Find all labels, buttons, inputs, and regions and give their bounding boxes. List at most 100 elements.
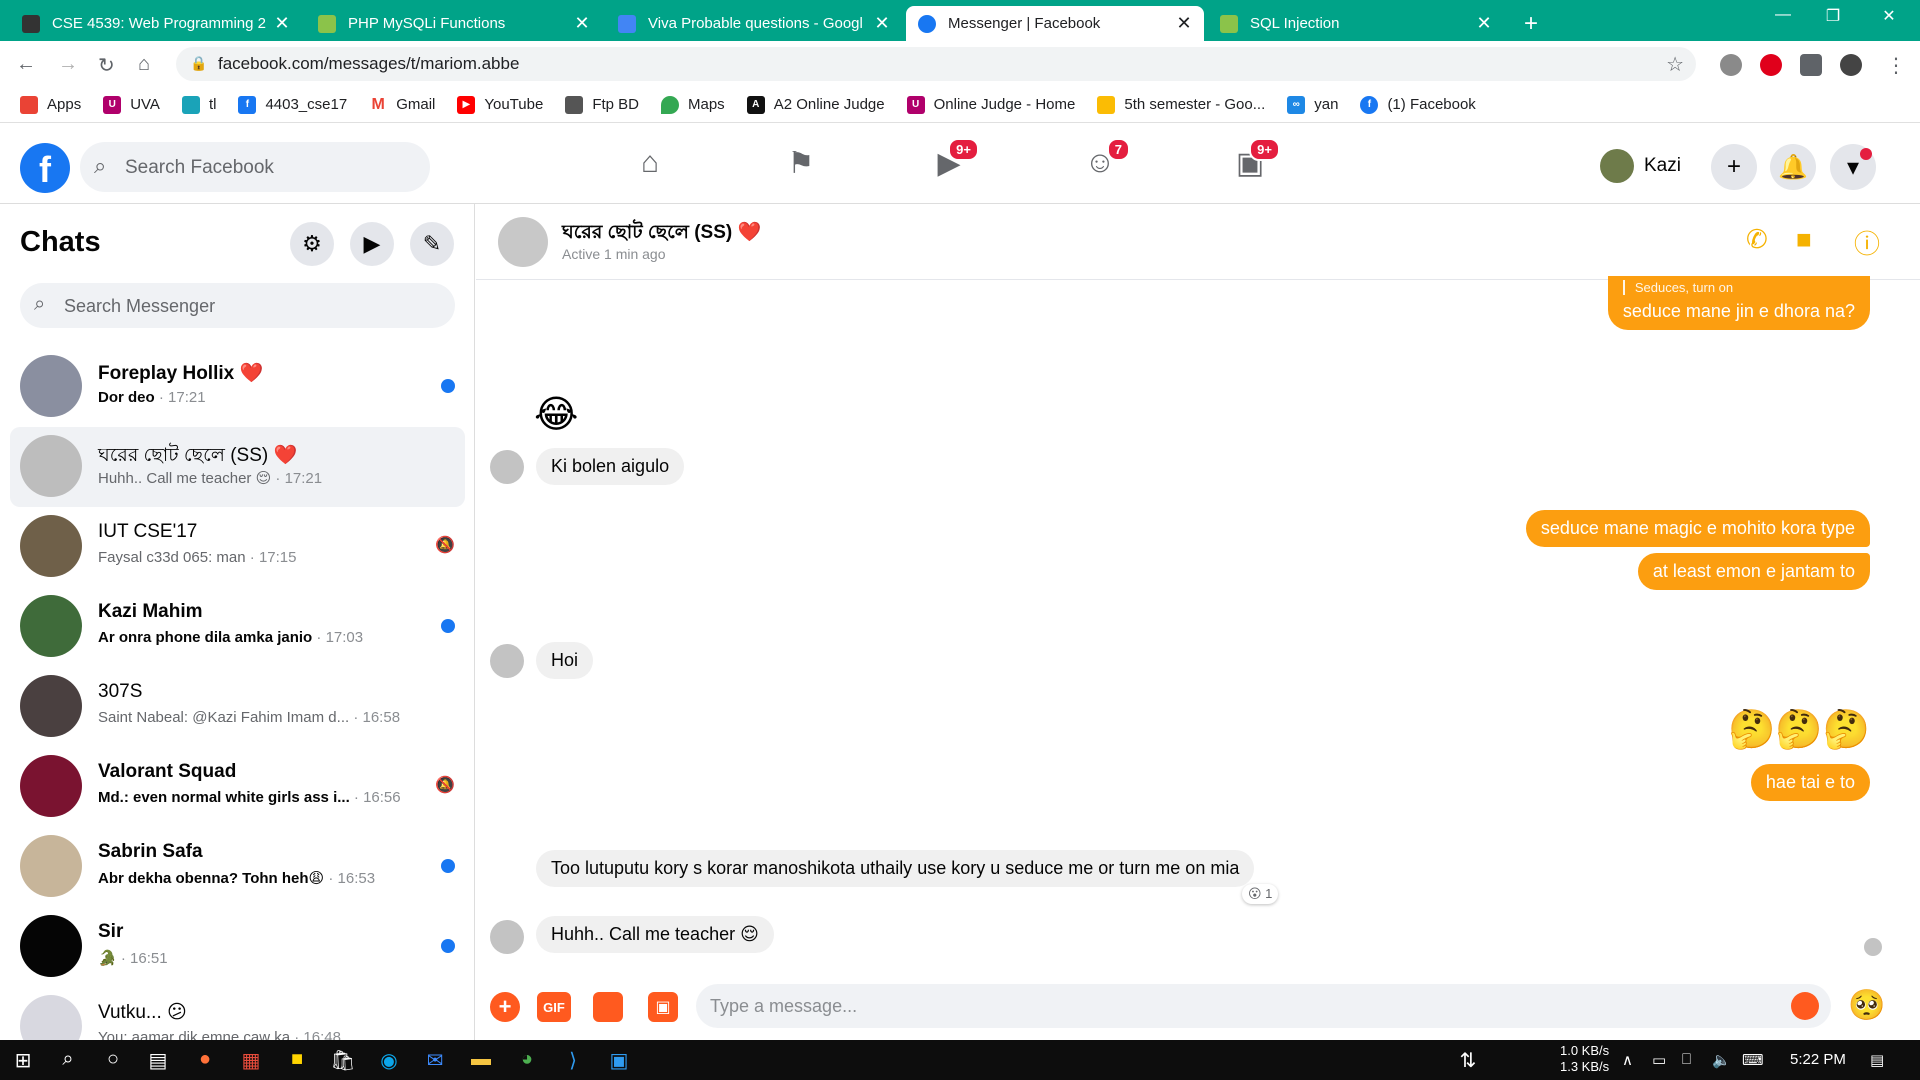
windows-start-icon[interactable]: ⊞ [10, 1048, 36, 1074]
close-window-icon[interactable]: ✕ [1866, 6, 1912, 26]
bookmark-4403[interactable]: f 4403_cse17 [238, 95, 347, 114]
messenger-search-input[interactable]: ⌕ Search Messenger [20, 283, 455, 328]
shield-extension-icon[interactable] [1720, 54, 1742, 76]
pages-flag-icon[interactable]: ⚑ [781, 146, 821, 186]
chat-list-item[interactable]: 307S Saint Nabeal: @Kazi Fahim Imam d... … [10, 667, 465, 747]
info-icon[interactable]: ⓘ [1854, 224, 1880, 261]
battery-icon[interactable]: ▭ [1652, 1051, 1666, 1069]
tab-messenger[interactable]: Messenger | Facebook ✕ [906, 6, 1204, 41]
bookmark-tl[interactable]: tl [181, 95, 216, 114]
close-tab-icon[interactable]: ✕ [1476, 13, 1492, 34]
bookmark-maps[interactable]: Maps [661, 95, 725, 114]
incoming-message[interactable]: Too lutuputu kory s korar manoshikota ut… [536, 850, 1255, 887]
bookmark-facebook[interactable]: f (1) Facebook [1360, 95, 1476, 114]
chat-list-item[interactable]: Sir 🐊 · 16:51 [10, 907, 465, 987]
network-icon[interactable]: ⎕ [1682, 1051, 1691, 1068]
message-input[interactable]: Type a message... [696, 984, 1831, 1028]
bookmark-uva[interactable]: U UVA [103, 95, 160, 114]
maximize-icon[interactable]: ❐ [1810, 6, 1856, 26]
emoji-picker-icon[interactable] [1791, 992, 1819, 1020]
outgoing-message[interactable]: Seduces, turn on seduce mane jin e dhora… [1607, 276, 1870, 330]
chat-list-item[interactable]: IUT CSE'17 Faysal c33d 065: man · 17:15 🔕 [10, 507, 465, 587]
tab-php-mysqli[interactable]: PHP MySQLi Functions ✕ [306, 6, 602, 41]
emoji-message[interactable]: 😂 [534, 392, 578, 437]
chrome-icon[interactable]: ◕ [514, 1048, 540, 1074]
action-center-icon[interactable]: ▤ [1870, 1051, 1884, 1069]
chat-list-item[interactable]: Valorant Squad Md.: even normal white gir… [10, 747, 465, 827]
bookmark-5th-semester[interactable]: 5th semester - Goo... [1097, 95, 1265, 114]
home-icon[interactable]: ⌂ [138, 53, 150, 76]
forward-icon[interactable]: → [58, 53, 78, 76]
groups-icon[interactable]: ☺ 7 [1080, 138, 1130, 186]
sticky-notes-icon[interactable]: ■ [284, 1048, 310, 1074]
video-call-icon[interactable]: ■ [1796, 224, 1812, 255]
quick-reaction-emoji-icon[interactable]: 🥺 [1848, 988, 1885, 1023]
create-plus-button[interactable]: + [1711, 144, 1757, 190]
volume-icon[interactable]: 🔈 [1712, 1051, 1731, 1069]
sticker-icon[interactable] [593, 992, 623, 1022]
app-tiles-icon[interactable]: ▦ [238, 1048, 264, 1074]
bookmark-gmail[interactable]: M Gmail [369, 95, 435, 114]
message-reaction[interactable]: 😮 1 [1242, 884, 1279, 904]
incoming-message[interactable]: Huhh.. Call me teacher 😌 [536, 916, 774, 953]
gif-button[interactable]: GIF [537, 992, 571, 1022]
edge-icon[interactable]: ◉ [376, 1048, 402, 1074]
profile-avatar[interactable] [1840, 54, 1862, 76]
incoming-message[interactable]: Ki bolen aigulo [536, 448, 685, 485]
bookmark-a2[interactable]: A A2 Online Judge [746, 95, 885, 114]
opera-extension-icon[interactable] [1760, 54, 1782, 76]
close-tab-icon[interactable]: ✕ [1176, 13, 1192, 34]
chat-list-item[interactable]: Vutku... 😕 You: aamar dik emne caw ka · 1… [10, 987, 465, 1040]
account-menu-button[interactable]: ▾ [1830, 144, 1876, 190]
outgoing-message[interactable]: hae tai e to [1750, 764, 1870, 801]
show-hidden-icons-icon[interactable]: ∧ [1622, 1051, 1633, 1069]
app-icon[interactable]: ▣ [606, 1048, 632, 1074]
facebook-logo-icon[interactable]: f [20, 143, 70, 193]
task-view-icon[interactable]: ▤ [145, 1048, 171, 1074]
facebook-search-input[interactable]: ⌕ Search Facebook [80, 142, 430, 192]
close-tab-icon[interactable]: ✕ [874, 13, 890, 34]
bookmark-ftpbd[interactable]: Ftp BD [565, 95, 639, 114]
watch-video-icon[interactable]: ▶ 9+ [929, 138, 979, 186]
emoji-message[interactable]: 🤔🤔🤔 [1728, 708, 1870, 752]
search-icon[interactable]: ⌕ [55, 1048, 81, 1074]
incoming-message[interactable]: Hoi [536, 642, 594, 679]
back-icon[interactable]: ← [16, 53, 36, 76]
outgoing-message[interactable]: at least emon e jantam to [1637, 553, 1870, 590]
gaming-icon[interactable]: ▣ 9+ [1230, 138, 1280, 186]
bookmark-yan[interactable]: ∞ yan [1287, 95, 1338, 114]
tab-viva-questions[interactable]: Viva Probable questions - Googl ✕ [606, 6, 902, 41]
bookmark-apps[interactable]: Apps [20, 95, 81, 114]
chat-list-item[interactable]: Foreplay Hollix ❤️ Dor deo · 17:21 [10, 347, 465, 427]
chat-list-item[interactable]: Sabrin Safa Abr dekha obenna? Tohn heh😩 ·… [10, 827, 465, 907]
file-explorer-icon[interactable]: ▬ [468, 1048, 494, 1074]
tab-sql-injection[interactable]: SQL Injection ✕ [1208, 6, 1504, 41]
close-tab-icon[interactable]: ✕ [574, 13, 590, 34]
tab-cse4539[interactable]: CSE 4539: Web Programming 20 ✕ [10, 6, 302, 41]
avatar[interactable] [498, 217, 548, 267]
add-plus-icon[interactable]: + [490, 992, 520, 1022]
mail-icon[interactable]: ✉ [422, 1048, 448, 1074]
reload-icon[interactable]: ↻ [98, 53, 115, 78]
vscode-icon[interactable]: ⟩ [560, 1048, 586, 1074]
store-icon[interactable]: 🛍 [330, 1048, 356, 1074]
notifications-bell-icon[interactable]: 🔔 [1770, 144, 1816, 190]
firefox-icon[interactable]: ● [192, 1048, 218, 1074]
chat-list-item[interactable]: ঘরের ছোট ছেলে (SS) ❤️ Huhh.. Call me teac… [10, 427, 465, 507]
chat-list-item[interactable]: Kazi Mahim Ar onra phone dila amka janio … [10, 587, 465, 667]
new-room-video-icon[interactable]: ▶ [350, 222, 394, 266]
phone-call-icon[interactable]: ✆ [1746, 224, 1768, 255]
extensions-puzzle-icon[interactable] [1800, 54, 1822, 76]
profile-shortcut[interactable]: Kazi [1600, 146, 1681, 186]
bookmark-star-icon[interactable]: ☆ [1666, 52, 1684, 77]
minimize-icon[interactable]: — [1760, 6, 1806, 24]
home-nav-icon[interactable]: ⌂ [630, 146, 670, 186]
photo-image-icon[interactable]: ▣ [648, 992, 678, 1022]
bookmark-youtube[interactable]: ▶ YouTube [457, 95, 543, 114]
bookmark-online-judge[interactable]: U Online Judge - Home [906, 95, 1075, 114]
omnibox[interactable]: 🔒 facebook.com/messages/t/mariom.abbe ☆ [176, 47, 1696, 81]
outgoing-message[interactable]: seduce mane magic e mohito kora type [1525, 510, 1870, 547]
new-tab-button[interactable]: + [1512, 6, 1552, 41]
clock[interactable]: 5:22 PM [1790, 1051, 1846, 1068]
cortana-icon[interactable]: ○ [100, 1048, 126, 1074]
